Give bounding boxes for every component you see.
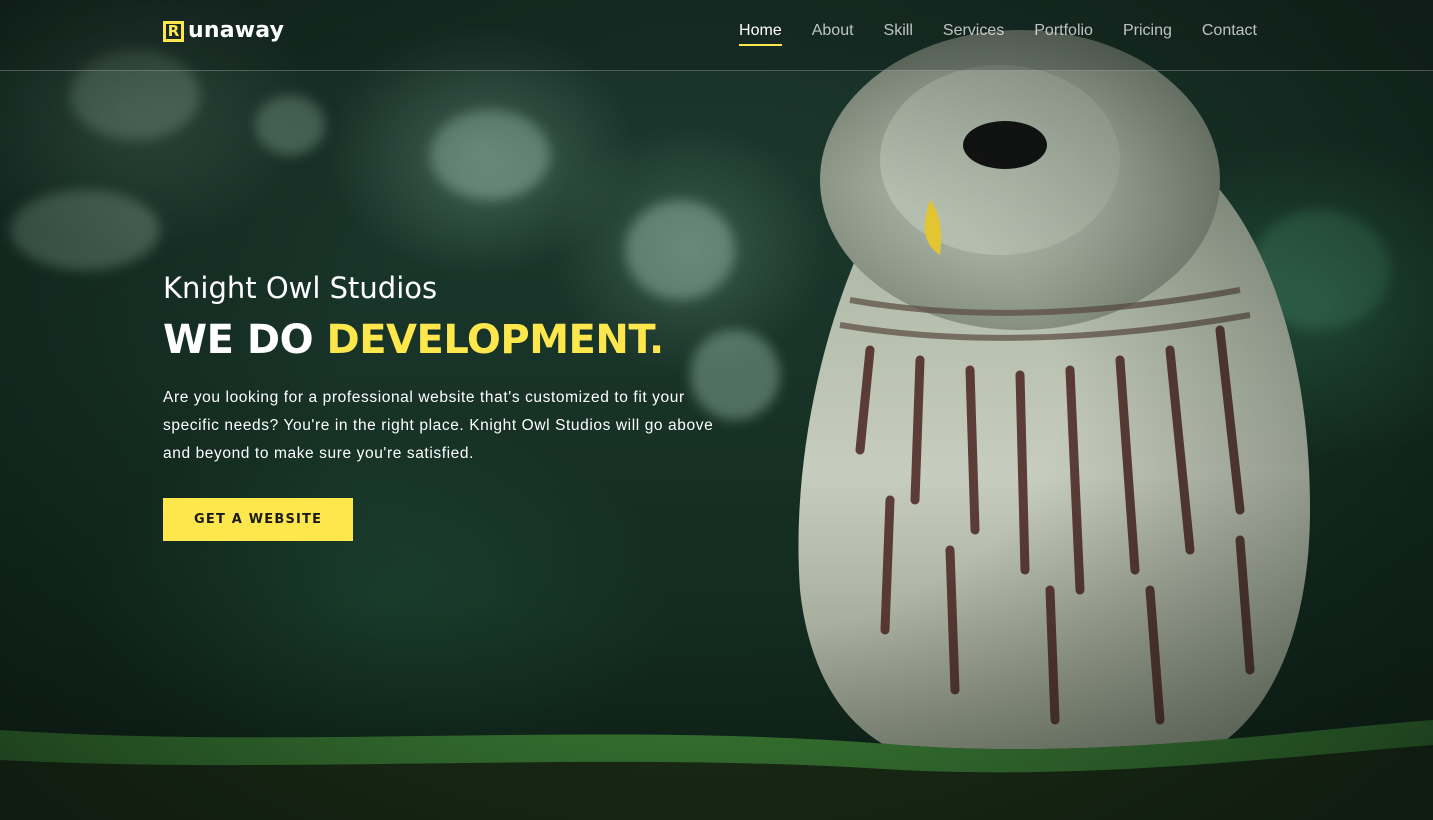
- nav-item-portfolio[interactable]: Portfolio: [1034, 22, 1093, 46]
- brand-name: unaway: [188, 18, 285, 43]
- hero-title-white: WE DO: [163, 316, 327, 363]
- nav-item-services[interactable]: Services: [943, 22, 1004, 46]
- nav-item-skill[interactable]: Skill: [884, 22, 913, 46]
- site-header: R unaway Home About Skill Services Portf…: [0, 0, 1433, 71]
- hero-subtitle: Knight Owl Studios: [163, 271, 438, 305]
- nav-item-contact[interactable]: Contact: [1202, 22, 1257, 46]
- main-nav: Home About Skill Services Portfolio Pric…: [739, 22, 1257, 46]
- hero-page: R unaway Home About Skill Services Portf…: [0, 0, 1433, 820]
- hero-content: Knight Owl Studios WE DO DEVELOPMENT. Ar…: [163, 270, 723, 541]
- logo-r-icon: R: [163, 20, 184, 42]
- nav-item-pricing[interactable]: Pricing: [1123, 22, 1172, 46]
- brand-logo[interactable]: R unaway: [163, 20, 284, 42]
- nav-item-home[interactable]: Home: [739, 22, 782, 46]
- get-website-button[interactable]: GET A WEBSITE: [163, 497, 354, 541]
- nav-item-about[interactable]: About: [812, 22, 854, 46]
- hero-title: WE DO DEVELOPMENT.: [163, 316, 723, 364]
- hero-title-yellow: DEVELOPMENT.: [326, 316, 665, 363]
- hero-description: Are you looking for a professional websi…: [163, 388, 714, 462]
